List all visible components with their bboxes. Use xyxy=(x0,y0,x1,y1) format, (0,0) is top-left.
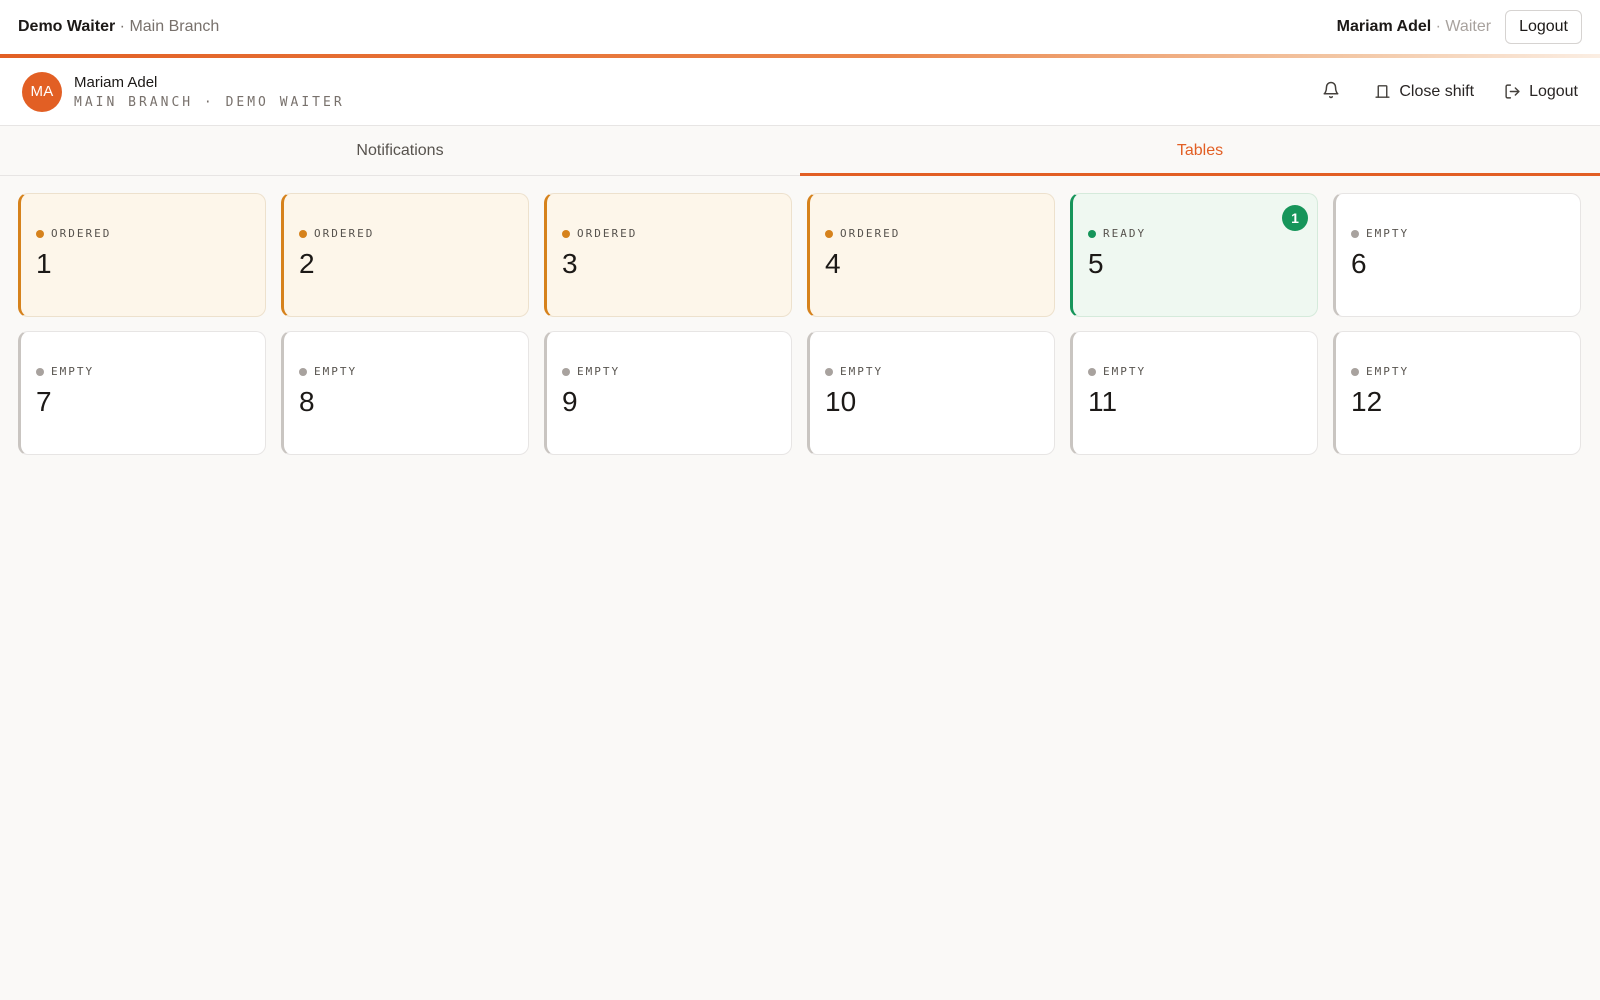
user-separator: · xyxy=(1435,18,1441,35)
table-number: 5 xyxy=(1088,248,1104,279)
profile-subtitle: MAIN BRANCH · DEMO WAITER xyxy=(74,94,345,110)
notifications-bell-button[interactable] xyxy=(1318,77,1344,106)
table-card-5[interactable]: READY 5 1 xyxy=(1070,193,1318,317)
status-label: EMPTY xyxy=(314,365,358,378)
status-dot xyxy=(825,367,833,376)
status-label: ORDERED xyxy=(314,227,375,240)
table-card-1[interactable]: ORDERED 1 xyxy=(18,193,266,317)
table-number: 2 xyxy=(299,248,315,279)
status-dot xyxy=(36,229,44,238)
tables-grid: ORDERED 1 ORDERED 2 ORDERED 3 ORDERED 4 … xyxy=(18,193,1581,455)
status-dot xyxy=(299,229,307,238)
table-status: EMPTY xyxy=(1351,365,1580,378)
table-number: 1 xyxy=(36,248,52,279)
table-number: 11 xyxy=(1088,386,1118,417)
header-logout-label: Logout xyxy=(1529,82,1578,100)
status-label: EMPTY xyxy=(1103,365,1147,378)
status-dot xyxy=(1088,367,1096,376)
table-number: 6 xyxy=(1351,248,1367,279)
status-label: READY xyxy=(1103,227,1147,240)
title-separator: · xyxy=(119,18,125,35)
header-logout-button[interactable]: Logout xyxy=(1504,83,1578,101)
app-name: Demo Waiter xyxy=(18,18,116,35)
top-user-name: Mariam Adel xyxy=(1336,18,1432,35)
table-card-2[interactable]: ORDERED 2 xyxy=(281,193,529,317)
status-dot xyxy=(299,367,307,376)
app-title: Demo Waiter · Main Branch xyxy=(18,18,219,36)
table-status: EMPTY xyxy=(36,365,265,378)
status-label: EMPTY xyxy=(1366,227,1410,240)
table-number: 9 xyxy=(562,386,578,417)
table-status: ORDERED xyxy=(825,227,1054,240)
close-shift-button[interactable]: Close shift xyxy=(1374,83,1474,101)
table-card-9[interactable]: EMPTY 9 xyxy=(544,331,792,455)
ready-count-badge: 1 xyxy=(1282,205,1308,231)
logout-icon xyxy=(1504,83,1521,100)
table-card-12[interactable]: EMPTY 12 xyxy=(1333,331,1581,455)
profile-name: Mariam Adel xyxy=(74,73,158,91)
table-number: 7 xyxy=(36,386,52,417)
avatar: MA xyxy=(22,71,62,112)
table-status: EMPTY xyxy=(1351,227,1580,240)
table-status: EMPTY xyxy=(299,365,528,378)
header-actions: Close shift Logout xyxy=(1318,77,1578,106)
table-status: EMPTY xyxy=(825,365,1054,378)
top-user-role: Waiter xyxy=(1445,18,1492,35)
table-number: 8 xyxy=(299,386,315,417)
status-label: ORDERED xyxy=(840,227,901,240)
status-label: ORDERED xyxy=(51,227,112,240)
profile-info: Mariam Adel MAIN BRANCH · DEMO WAITER xyxy=(74,74,345,110)
close-shift-label: Close shift xyxy=(1399,82,1475,100)
table-card-11[interactable]: EMPTY 11 xyxy=(1070,331,1318,455)
status-label: EMPTY xyxy=(840,365,884,378)
table-status: ORDERED xyxy=(36,227,265,240)
table-card-6[interactable]: EMPTY 6 xyxy=(1333,193,1581,317)
table-card-3[interactable]: ORDERED 3 xyxy=(544,193,792,317)
status-label: EMPTY xyxy=(577,365,621,378)
top-user-info: Mariam Adel · Waiter xyxy=(1337,18,1491,36)
status-dot xyxy=(36,367,44,376)
status-dot xyxy=(1351,229,1359,238)
table-status: EMPTY xyxy=(1088,365,1317,378)
status-dot xyxy=(825,229,833,238)
top-user-area: Mariam Adel · Waiter Logout xyxy=(1337,10,1582,44)
table-status: READY xyxy=(1088,227,1317,240)
status-dot xyxy=(1351,367,1359,376)
tab-tables[interactable]: Tables xyxy=(800,126,1600,176)
table-card-4[interactable]: ORDERED 4 xyxy=(807,193,1055,317)
status-dot xyxy=(1088,229,1096,238)
table-number: 4 xyxy=(825,248,841,279)
table-number: 3 xyxy=(562,248,578,279)
status-label: EMPTY xyxy=(1366,365,1410,378)
table-card-8[interactable]: EMPTY 8 xyxy=(281,331,529,455)
table-card-10[interactable]: EMPTY 10 xyxy=(807,331,1055,455)
profile-header: MA Mariam Adel MAIN BRANCH · DEMO WAITER… xyxy=(0,58,1600,126)
tab-bar: Notifications Tables xyxy=(0,126,1600,176)
bell-icon xyxy=(1322,81,1340,102)
table-number: 10 xyxy=(825,386,857,417)
tab-notifications[interactable]: Notifications xyxy=(0,126,800,175)
status-dot xyxy=(562,229,570,238)
top-logout-button[interactable]: Logout xyxy=(1505,10,1582,44)
table-card-7[interactable]: EMPTY 7 xyxy=(18,331,266,455)
branch-name: Main Branch xyxy=(129,18,220,35)
table-status: ORDERED xyxy=(299,227,528,240)
status-dot xyxy=(562,367,570,376)
status-label: ORDERED xyxy=(577,227,638,240)
top-bar: Demo Waiter · Main Branch Mariam Adel · … xyxy=(0,0,1600,54)
status-label: EMPTY xyxy=(51,365,95,378)
table-number: 12 xyxy=(1351,386,1383,417)
table-status: ORDERED xyxy=(562,227,791,240)
register-icon xyxy=(1374,83,1391,100)
table-status: EMPTY xyxy=(562,365,791,378)
